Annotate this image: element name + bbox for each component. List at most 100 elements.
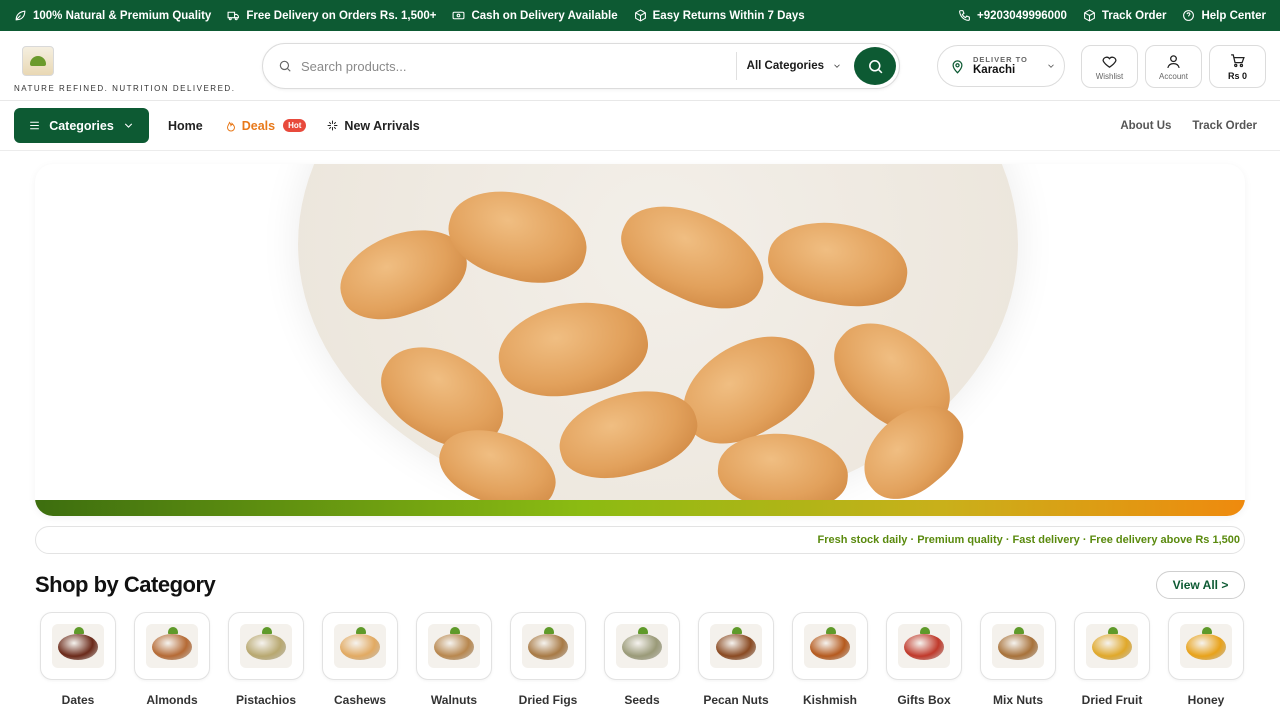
category-item[interactable]: Dates (40, 612, 116, 707)
category-thumbnail[interactable] (322, 612, 398, 680)
category-item[interactable]: Gifts Box (886, 612, 962, 707)
category-item[interactable]: Walnuts (416, 612, 492, 707)
category-thumbnail[interactable] (698, 612, 774, 680)
quality-text: 100% Natural & Premium Quality (33, 9, 212, 22)
phone-text: +9203049996000 (977, 9, 1067, 22)
cash-icon (453, 11, 465, 20)
package-icon (1083, 9, 1095, 22)
top-track-order-text: Track Order (1101, 9, 1167, 22)
category-name[interactable]: Pistachios (236, 693, 296, 707)
category-item[interactable]: Pecan Nuts (698, 612, 774, 707)
chevron-down-icon (124, 123, 132, 128)
tagline: NATURE REFINED. NUTRITION DELIVERED. (14, 83, 236, 93)
category-name[interactable]: Honey (1188, 693, 1225, 707)
nav-about-us[interactable]: About Us (1120, 120, 1171, 132)
category-thumbnail[interactable] (228, 612, 304, 680)
hot-badge: Hot (283, 119, 307, 132)
delivery-text: Free Delivery on Orders Rs. 1,500+ (246, 9, 437, 22)
category-thumbnail[interactable] (40, 612, 116, 680)
logo[interactable] (22, 45, 54, 76)
category-select[interactable]: All Categories (735, 52, 854, 80)
category-select-label: All Categories (746, 60, 824, 72)
category-item[interactable]: Honey (1168, 612, 1244, 707)
category-name[interactable]: Seeds (624, 693, 659, 707)
category-item[interactable]: Pistachios (228, 612, 304, 707)
chevron-down-icon (1048, 64, 1054, 68)
category-name[interactable]: Pecan Nuts (703, 693, 768, 707)
category-name[interactable]: Dried Fruit (1082, 693, 1143, 707)
category-name[interactable]: Dates (62, 693, 95, 707)
phone-icon (959, 10, 970, 21)
leaf-icon (15, 10, 26, 21)
category-item[interactable]: Dried Fruit (1074, 612, 1150, 707)
category-thumbnail[interactable] (604, 612, 680, 680)
category-thumbnail[interactable] (1074, 612, 1150, 680)
category-name[interactable]: Cashews (334, 693, 386, 707)
hero-gradient-bar (35, 500, 1245, 516)
hero-banner[interactable] (35, 164, 1245, 516)
site-header: NATURE REFINED. NUTRITION DELIVERED. All… (0, 31, 1280, 101)
quality-notice: 100% Natural & Premium Quality (14, 9, 211, 22)
category-name[interactable]: Gifts Box (897, 693, 950, 707)
category-thumbnail[interactable] (510, 612, 586, 680)
truck-icon (227, 11, 240, 21)
deliver-to-selector[interactable]: DELIVER TO Karachi (937, 45, 1065, 87)
promo-ticker-text: Fresh stock daily · Premium quality · Fa… (817, 534, 1240, 546)
nav-new-arrivals[interactable]: New Arrivals (326, 119, 420, 133)
search-button[interactable] (854, 47, 896, 85)
account-label: Account (1159, 71, 1188, 81)
returns-text: Easy Returns Within 7 Days (652, 9, 805, 22)
cart-icon (1231, 54, 1245, 68)
phone-link[interactable]: +9203049996000 (958, 9, 1067, 22)
category-thumbnail[interactable] (416, 612, 492, 680)
search-input[interactable] (301, 58, 736, 74)
top-track-order-link[interactable]: Track Order (1083, 9, 1167, 22)
categories-label: Categories (49, 118, 114, 133)
cart-button[interactable]: Rs 0 (1209, 45, 1266, 88)
category-name[interactable]: Dried Figs (519, 693, 578, 707)
categories-button[interactable]: Categories (14, 108, 149, 143)
delivery-notice: Free Delivery on Orders Rs. 1,500+ (227, 9, 436, 22)
category-item[interactable]: Kishmish (792, 612, 868, 707)
view-all-button[interactable]: View All > (1156, 571, 1245, 599)
deliver-city: Karachi (973, 63, 1016, 76)
account-button[interactable]: Account (1145, 45, 1202, 88)
section-title: Shop by Category (35, 572, 216, 597)
help-icon (1183, 10, 1195, 21)
category-thumbnail[interactable] (792, 612, 868, 680)
category-item[interactable]: Almonds (134, 612, 210, 707)
cod-notice: Cash on Delivery Available (452, 9, 618, 22)
nav-deals-label: Deals (241, 118, 276, 133)
cod-text: Cash on Delivery Available (471, 9, 618, 22)
user-icon (1167, 54, 1180, 68)
category-name[interactable]: Almonds (146, 693, 197, 707)
heart-icon (1102, 56, 1117, 68)
category-item[interactable]: Cashews (322, 612, 398, 707)
returns-notice: Easy Returns Within 7 Days (634, 9, 805, 22)
category-name[interactable]: Walnuts (431, 693, 477, 707)
category-item[interactable]: Seeds (604, 612, 680, 707)
cart-total: Rs 0 (1227, 71, 1247, 81)
deliver-to-label: DELIVER TO (973, 55, 1028, 65)
category-item[interactable]: Dried Figs (510, 612, 586, 707)
nav-deals[interactable]: Deals Hot (225, 119, 307, 133)
category-thumbnail[interactable] (1168, 612, 1244, 680)
top-announcement-bar: 100% Natural & Premium Quality Free Deli… (0, 0, 1280, 31)
help-center-text: Help Center (1201, 9, 1266, 22)
category-item[interactable]: Mix Nuts (980, 612, 1056, 707)
category-thumbnail[interactable] (980, 612, 1056, 680)
nav-home[interactable]: Home (168, 119, 203, 133)
category-thumbnail[interactable] (134, 612, 210, 680)
wishlist-button[interactable]: Wishlist (1081, 45, 1138, 88)
help-center-link[interactable]: Help Center (1182, 9, 1266, 22)
chevron-down-icon (834, 64, 840, 68)
location-pin-icon (952, 59, 963, 74)
nav-track-order[interactable]: Track Order (1192, 120, 1257, 132)
nav-home-label: Home (168, 118, 203, 133)
category-name[interactable]: Mix Nuts (993, 693, 1043, 707)
flame-icon (226, 121, 235, 132)
search-icon (868, 59, 882, 73)
logo-area[interactable]: NATURE REFINED. NUTRITION DELIVERED. (14, 31, 254, 101)
category-name[interactable]: Kishmish (803, 693, 857, 707)
category-thumbnail[interactable] (886, 612, 962, 680)
